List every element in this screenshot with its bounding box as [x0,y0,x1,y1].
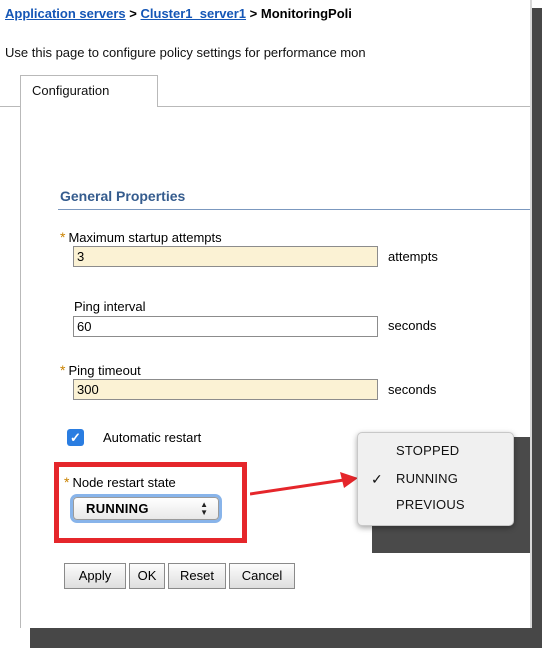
dropdown-option-running[interactable]: RUNNING [396,471,458,486]
required-marker-icon: * [60,362,66,378]
ping-timeout-unit: seconds [388,382,437,397]
dropdown-option-previous[interactable]: PREVIOUS [396,497,465,512]
ping-timeout-label: * Ping timeout [60,362,141,378]
breadcrumb: Application servers > Cluster1_server1 >… [5,6,352,21]
node-restart-label-text: Node restart state [72,475,176,490]
ping-interval-unit: seconds [388,318,437,333]
breadcrumb-application-servers[interactable]: Application servers [5,6,126,21]
section-title: General Properties [60,188,186,204]
max-startup-unit: attempts [388,249,438,264]
frame-shadow-right [532,8,542,648]
max-startup-input[interactable] [73,246,378,267]
breadcrumb-cluster1-server1[interactable]: Cluster1_server1 [141,6,247,21]
section-divider [58,209,530,210]
required-marker-icon: * [60,229,66,245]
automatic-restart-checkbox[interactable]: ✓ [67,429,84,446]
select-arrows-icon: ▲ ▼ [200,500,208,517]
node-restart-select-value: RUNNING [86,501,149,516]
config-page: Application servers > Cluster1_server1 >… [0,0,530,628]
page-description: Use this page to configure policy settin… [5,45,366,60]
node-restart-dropdown: STOPPED ✓ RUNNING PREVIOUS [357,432,514,526]
apply-button[interactable]: Apply [64,563,126,589]
breadcrumb-current: MonitoringPoli [260,6,352,21]
dropdown-option-stopped[interactable]: STOPPED [396,443,459,458]
cancel-button[interactable]: Cancel [229,563,295,589]
breadcrumb-separator: > [129,6,137,21]
panel-border [20,106,21,628]
ping-interval-label: Ping interval [74,299,146,314]
max-startup-label: * Maximum startup attempts [60,229,222,245]
ping-timeout-label-text: Ping timeout [68,363,141,378]
node-restart-label: * Node restart state [64,474,176,490]
tab-configuration[interactable]: Configuration [20,75,158,107]
ping-timeout-input[interactable] [73,379,378,400]
automatic-restart-label: Automatic restart [103,430,202,445]
checkmark-icon: ✓ [70,430,81,445]
node-restart-select[interactable]: RUNNING ▲ ▼ [73,497,219,520]
callout-arrow [250,472,358,496]
max-startup-label-text: Maximum startup attempts [68,230,222,245]
ping-interval-input[interactable] [73,316,378,337]
frame-shadow-bottom [30,628,542,648]
breadcrumb-separator: > [249,6,258,21]
tab-configuration-label: Configuration [32,83,110,98]
checkmark-icon: ✓ [371,471,383,487]
ok-button[interactable]: OK [129,563,165,589]
required-marker-icon: * [64,474,70,490]
reset-button[interactable]: Reset [168,563,226,589]
frame-edge [530,0,532,628]
